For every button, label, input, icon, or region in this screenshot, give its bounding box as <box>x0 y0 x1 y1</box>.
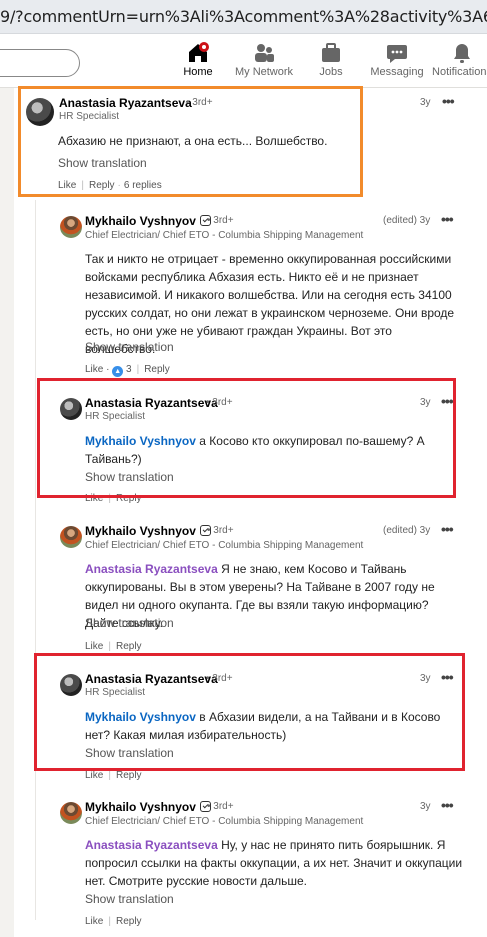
comment-text: Anastasia Ryazantseva Ну, у нас не приня… <box>85 838 463 888</box>
highlight-box-red-1 <box>37 378 456 498</box>
more-options-icon[interactable]: ••• <box>441 211 454 227</box>
top-nav: Home My Network Jobs Messaging Notificat… <box>0 34 487 89</box>
timestamp: (edited) 3y <box>383 215 431 226</box>
more-options-icon[interactable]: ••• <box>441 521 454 537</box>
reply-button[interactable]: Reply <box>116 770 142 781</box>
like-button[interactable]: Like <box>85 364 103 375</box>
comment-actions: Like | Reply <box>85 916 142 927</box>
author-name[interactable]: Mykhailo Vyshnyov <box>85 800 211 814</box>
more-options-icon[interactable]: ••• <box>442 93 455 109</box>
show-translation-link[interactable]: Show translation <box>85 340 174 354</box>
people-icon <box>233 42 295 64</box>
highlight-box-orange <box>18 86 363 197</box>
nav-jobs[interactable]: Jobs <box>300 42 362 78</box>
home-icon <box>167 42 229 64</box>
timestamp: (edited) 3y <box>383 525 431 536</box>
author-name[interactable]: Mykhailo Vyshnyov <box>85 214 211 228</box>
nav-my-network[interactable]: My Network <box>233 42 295 78</box>
like-button[interactable]: Like <box>85 916 103 927</box>
mention-link[interactable]: Anastasia Ryazantseva <box>85 562 218 576</box>
timestamp: 3y <box>420 97 431 108</box>
highlight-box-red-2 <box>34 653 465 771</box>
show-translation-link[interactable]: Show translation <box>85 892 174 906</box>
connection-degree: • 3rd+ <box>207 215 234 226</box>
author-headline: Chief Electrician/ Chief ETO - Columbia … <box>85 816 364 827</box>
briefcase-icon <box>300 42 362 64</box>
reply-button[interactable]: Reply <box>144 364 170 375</box>
nav-messaging[interactable]: Messaging <box>366 42 428 78</box>
thumbs-up-icon: ▲ <box>112 366 124 377</box>
comment-1: Mykhailo Vyshnyov • 3rd+ Chief Electrici… <box>60 211 465 379</box>
comment-actions: Like | Reply <box>85 641 142 652</box>
comment-5: Mykhailo Vyshnyov • 3rd+ Chief Electrici… <box>60 797 465 930</box>
nav-notifications[interactable]: Notifications <box>431 42 487 78</box>
author-name[interactable]: Mykhailo Vyshnyov <box>85 524 211 538</box>
like-button[interactable]: Like <box>85 770 103 781</box>
search-input[interactable] <box>0 49 80 77</box>
avatar[interactable] <box>60 802 82 824</box>
connection-degree: • 3rd+ <box>207 801 234 812</box>
avatar[interactable] <box>60 216 82 238</box>
url-text[interactable]: 9/?commentUrn=urn%3Ali%3Acomment%3A%28ac… <box>0 7 487 26</box>
author-headline: Chief Electrician/ Chief ETO - Columbia … <box>85 540 364 551</box>
comment-actions: Like · ▲ 3 | Reply <box>85 364 170 377</box>
reply-button[interactable]: Reply <box>116 916 142 927</box>
connection-degree: • 3rd+ <box>207 525 234 536</box>
timestamp: 3y <box>420 801 431 812</box>
comment-3: Mykhailo Vyshnyov • 3rd+ Chief Electrici… <box>60 521 465 654</box>
like-button[interactable]: Like <box>85 641 103 652</box>
mention-link[interactable]: Anastasia Ryazantseva <box>85 838 218 852</box>
chat-icon <box>366 42 428 64</box>
comment-actions: Like | Reply <box>85 770 142 781</box>
avatar[interactable] <box>60 526 82 548</box>
reaction-count[interactable]: 3 <box>126 364 132 375</box>
show-translation-link[interactable]: Show translation <box>85 616 174 630</box>
more-options-icon[interactable]: ••• <box>441 797 454 813</box>
browser-url-bar[interactable]: 9/?commentUrn=urn%3Ali%3Acomment%3A%28ac… <box>0 0 487 34</box>
reply-button[interactable]: Reply <box>116 641 142 652</box>
thread-line <box>35 200 36 920</box>
nav-home[interactable]: Home <box>167 42 229 89</box>
author-headline: Chief Electrician/ Chief ETO - Columbia … <box>85 230 364 241</box>
bell-icon <box>431 42 487 64</box>
